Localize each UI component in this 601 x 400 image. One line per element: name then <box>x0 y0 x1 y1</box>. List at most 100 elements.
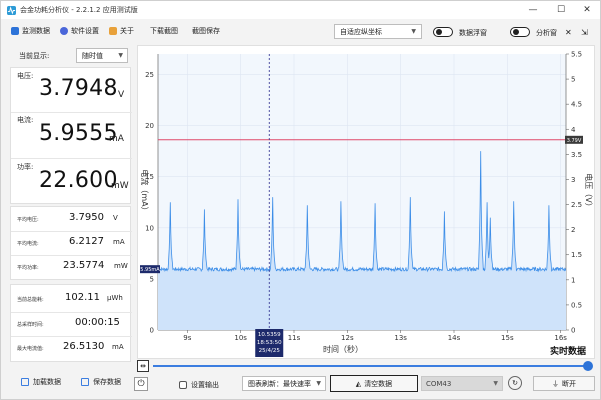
disconnect-label: 断开 <box>562 379 576 388</box>
avg-current-unit: mA <box>113 238 125 246</box>
y-axis-right-title: 电压（V） <box>584 173 594 210</box>
data-float-toggle[interactable] <box>433 27 453 37</box>
x-tick-label: 16s <box>554 334 567 342</box>
y-axis-mode-value: 自适应纵坐标 <box>340 27 382 36</box>
about-menu[interactable]: 关于 <box>109 26 134 36</box>
y-right-tick-label: 1.5 <box>571 251 582 259</box>
cursor-value-text: 10.5359 <box>258 332 281 338</box>
settings-output-button[interactable]: 设置输出 <box>179 378 219 391</box>
realtime-panel: 电压: 3.7948 V 电流: 5.9555 mA 功率: 22.600 mW <box>10 67 132 205</box>
avg-power-label: 平均功率: <box>17 265 39 271</box>
close-button[interactable]: ✕ <box>575 1 599 19</box>
total-energy-value: 102.11 <box>65 292 100 303</box>
slider-handle[interactable] <box>583 361 593 371</box>
x-tick-label: 11s <box>288 334 301 342</box>
com-port-select[interactable]: COM43 ▼ <box>421 376 503 391</box>
cursor-label: 10.5359 18:53:50 25/4/25 <box>255 329 284 357</box>
gear-icon <box>60 27 68 35</box>
total-time-row: 总采样时间: 00:00:15 <box>11 313 132 335</box>
power-readout: 功率: 22.600 mW <box>11 159 132 205</box>
save-data-button[interactable]: 保存数据 <box>81 375 121 389</box>
avg-voltage-row: 平均电压: 3.7950 V <box>11 208 132 230</box>
save-screenshot-menu[interactable]: 截图保存 <box>192 26 220 36</box>
pin-icon[interactable]: ⇲ <box>581 28 588 37</box>
monitor-data-label: 监测数据 <box>22 27 50 35</box>
monitor-data-menu[interactable]: 监测数据 <box>11 26 50 36</box>
x-tick-label: 10s <box>234 334 247 342</box>
average-panel: 平均电压: 3.7950 V 平均电流: 6.2127 mA 平均功率: 23.… <box>10 206 132 280</box>
current-voltage-chart[interactable]: 0510152025 00.511.522.533.544.555.5 9s 10… <box>138 46 596 360</box>
analysis-window-label: 分析窗 <box>536 29 557 37</box>
refresh-icon[interactable]: ↻ <box>508 376 522 390</box>
refresh-rate-value: 图表刷新：最快速率 <box>248 379 311 388</box>
max-current-row: 最大电流值: 26.5130 mA <box>11 337 132 359</box>
current-unit: mA <box>109 134 124 144</box>
display-mode-value: 随时值 <box>82 51 103 60</box>
realtime-label: 实时数据 <box>550 345 586 357</box>
data-float-label: 数据浮窗 <box>459 29 487 37</box>
y-right-tick-label: 3.5 <box>571 151 582 159</box>
current-readout: 电流: 5.9555 mA <box>11 113 132 158</box>
y-right-tick-label: 4.5 <box>571 101 582 109</box>
load-data-button[interactable]: 加载数据 <box>21 375 61 389</box>
power-icon[interactable]: ⏻ <box>134 377 148 391</box>
current-label: 电流: <box>17 116 34 124</box>
chevron-down-icon: ▼ <box>316 380 321 387</box>
refresh-rate-select[interactable]: 图表刷新：最快速率 ▼ <box>242 376 326 391</box>
chart-area[interactable]: 0 5 10 15 20 25 0 0.5 1 1.5 2 2.5 3 3.5 4 4.5 5 5.5 9s 10… <box>137 45 595 359</box>
minimize-button[interactable]: — <box>521 1 545 19</box>
x-axis: 9s 10s 11s 12s 13s 14s 15s 16s <box>183 330 567 342</box>
y-left-tick-label: 20 <box>145 122 154 130</box>
cursor-date-text: 25/4/25 <box>259 348 281 354</box>
app-logo-icon <box>7 5 16 15</box>
y-right-tick-label: 5.5 <box>571 51 582 59</box>
close-x-icon[interactable]: ✕ <box>565 28 572 37</box>
current-marker-text: 5.95mA <box>140 267 160 273</box>
y-axis-mode-select[interactable]: 自适应纵坐标 ▼ <box>334 24 422 39</box>
voltage-marker: 3.79V <box>565 135 583 144</box>
total-energy-unit: μWh <box>107 294 123 302</box>
avg-voltage-label: 平均电压: <box>17 217 39 223</box>
y-right-tick-label: 1 <box>571 276 575 284</box>
y-axis-right: 0 0.5 1 1.5 2 2.5 3 3.5 4 4.5 5 5.5 <box>566 51 582 335</box>
voltage-unit: V <box>118 90 125 100</box>
software-settings-label: 软件设置 <box>71 27 99 35</box>
total-energy-row: 当前总能耗: 102.11 μWh <box>11 288 132 310</box>
avg-voltage-unit: V <box>113 214 118 222</box>
y-right-tick-label: 2.5 <box>571 201 582 209</box>
y-left-tick-label: 0 <box>150 327 154 335</box>
y-left-tick-label: 5 <box>150 275 154 283</box>
avg-power-unit: mW <box>114 262 128 270</box>
maximize-button[interactable]: ☐ <box>549 1 573 19</box>
com-port-value: COM43 <box>426 379 452 388</box>
info-icon <box>109 27 117 35</box>
chevron-down-icon: ▼ <box>411 28 416 35</box>
display-mode-select[interactable]: 随时值 ▼ <box>76 48 128 63</box>
time-range-slider[interactable] <box>153 365 585 367</box>
total-energy-label: 当前总能耗: <box>17 297 44 303</box>
title-bar: 会金功耗分析仪 - 2.2.1.2 应用测试版 <box>1 1 600 19</box>
voltage-value: 3.7948 <box>39 76 118 101</box>
cursor-time-text: 18:53:50 <box>257 340 282 346</box>
max-current-label: 最大电流值: <box>17 346 44 352</box>
max-current-unit: mA <box>112 343 124 351</box>
settings-output-label: 设置输出 <box>191 380 219 389</box>
max-current-value: 26.5130 <box>63 341 105 352</box>
y-right-tick-label: 2 <box>571 226 575 234</box>
voltage-marker-text: 3.79V <box>567 138 582 144</box>
clear-data-button[interactable]: ◭ 清空数据 <box>330 375 418 392</box>
disconnect-button[interactable]: ⏚ 断开 <box>533 376 595 391</box>
analysis-window-toggle[interactable] <box>510 27 530 37</box>
expand-range-icon[interactable]: ⇹ <box>137 360 149 372</box>
x-tick-label: 13s <box>394 334 407 342</box>
software-settings-menu[interactable]: 软件设置 <box>60 26 99 36</box>
save-icon <box>81 378 89 386</box>
output-icon <box>179 380 187 389</box>
avg-power-row: 平均功率: 23.5774 mW <box>11 256 132 278</box>
y-right-tick-label: 4 <box>571 126 576 134</box>
total-time-value: 00:00:15 <box>75 317 120 328</box>
plug-icon: ⏚ <box>552 379 559 388</box>
current-marker: 5.95mA <box>140 265 160 274</box>
voltage-readout: 电压: 3.7948 V <box>11 68 132 112</box>
download-screenshot-menu[interactable]: 下载截图 <box>150 26 178 36</box>
